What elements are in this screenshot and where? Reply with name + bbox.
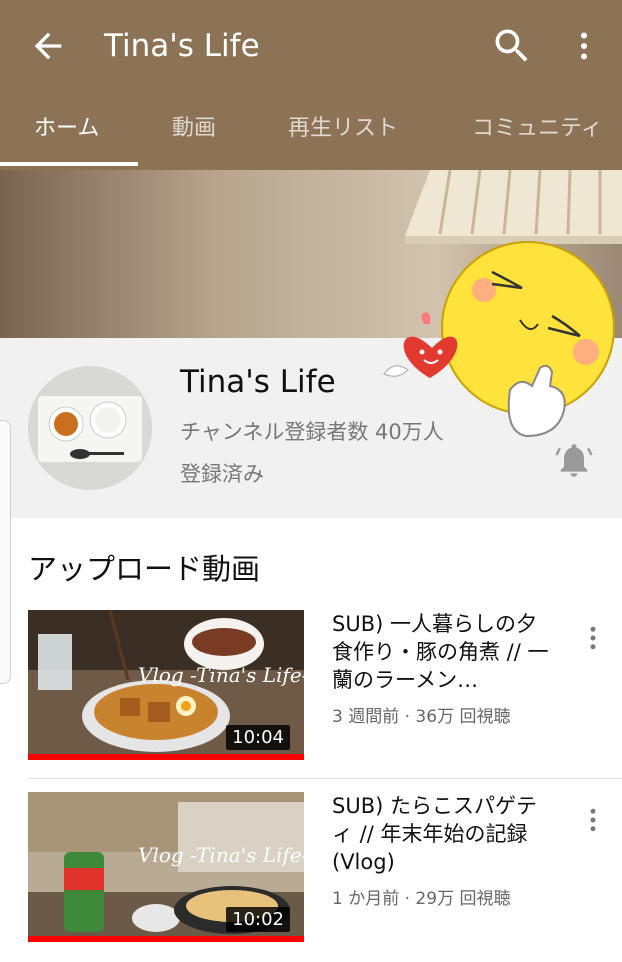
subscribed-status[interactable]: 登録済み	[180, 458, 264, 488]
list-divider	[28, 778, 622, 779]
video-item[interactable]: Vlog -Tina's Life- 10:04 SUB) 一人暮らしの夕食作り…	[0, 610, 622, 760]
bell-icon	[555, 444, 593, 477]
video-title[interactable]: SUB) たらこスパゲティ // 年末年始の記録 (Vlog)	[332, 792, 552, 876]
section-title: アップロード動画	[28, 552, 261, 586]
channel-name: Tina's Life	[180, 364, 336, 400]
app-bar: Tina's Life ホーム 動画 再生リスト コミュニティ	[0, 0, 622, 170]
top-bar: Tina's Life	[0, 0, 622, 92]
video-duration: 10:02	[226, 907, 290, 932]
thumbnail-overlay-text: Vlog -Tina's Life-	[138, 843, 304, 867]
more-options-button[interactable]	[566, 26, 602, 66]
more-vert-icon	[590, 626, 596, 650]
thumbnail-overlay-text: Vlog -Tina's Life-	[138, 663, 304, 687]
more-vert-icon	[581, 32, 587, 60]
watch-progress-bar	[28, 754, 304, 760]
video-title[interactable]: SUB) 一人暮らしの夕食作り・豚の角煮 // 一蘭のラーメン…	[332, 610, 552, 694]
more-vert-icon	[590, 808, 596, 832]
emoji-sticker	[380, 240, 622, 440]
video-meta: 3 週間前 · 36万 回視聴	[332, 707, 511, 727]
video-more-button[interactable]	[578, 802, 608, 838]
back-button[interactable]	[28, 26, 68, 66]
video-item[interactable]: Vlog -Tina's Life- 10:02 SUB) たらこスパゲティ /…	[0, 792, 622, 942]
video-duration: 10:04	[226, 725, 290, 750]
search-button[interactable]	[490, 24, 534, 68]
tab-videos[interactable]: 動画	[172, 110, 216, 142]
video-meta: 1 か月前 · 29万 回視聴	[332, 889, 511, 909]
video-thumbnail[interactable]: Vlog -Tina's Life- 10:04	[28, 610, 304, 760]
notification-bell-button[interactable]	[554, 440, 594, 480]
watch-progress-bar	[28, 936, 304, 942]
app-title: Tina's Life	[104, 28, 260, 64]
tab-community[interactable]: コミュニティ	[472, 110, 603, 142]
search-icon	[495, 29, 528, 62]
tab-home[interactable]: ホーム	[34, 110, 99, 142]
channel-avatar[interactable]	[28, 366, 152, 490]
video-more-button[interactable]	[578, 620, 608, 656]
tab-playlists[interactable]: 再生リスト	[288, 110, 398, 142]
channel-tabs: ホーム 動画 再生リスト コミュニティ	[0, 92, 622, 170]
arrow-back-icon	[34, 32, 62, 60]
tab-indicator	[0, 162, 138, 166]
video-thumbnail[interactable]: Vlog -Tina's Life- 10:02	[28, 792, 304, 942]
